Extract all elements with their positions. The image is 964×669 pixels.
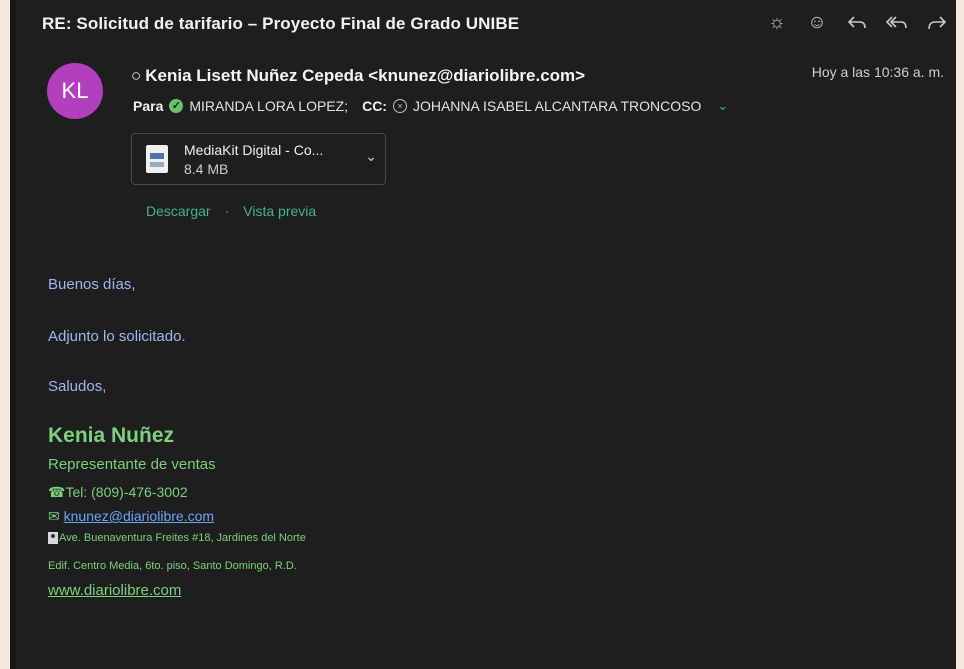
- forward-icon[interactable]: [924, 10, 950, 36]
- message-toolbar: ☼ ☺: [764, 10, 950, 36]
- attachment-size: 8.4 MB: [184, 161, 229, 177]
- document-icon: [146, 145, 168, 173]
- mail-icon: ✉: [48, 508, 60, 524]
- attachment-name: MediaKit Digital - Co...: [184, 142, 324, 158]
- location-pin-icon: [48, 532, 58, 544]
- attachment-actions: Descargar · Vista previa: [146, 203, 316, 219]
- attachment-card[interactable]: MediaKit Digital - Co... 8.4 MB ⌄: [131, 133, 386, 185]
- signature-email: ✉ knunez@diariolibre.com: [48, 508, 214, 525]
- signature-address-1: Ave. Buenaventura Freites #18, Jardines …: [48, 532, 306, 544]
- signature-name: Kenia Nuñez: [48, 424, 175, 447]
- recipients-line: Para ✓ MIRANDA LORA LOPEZ; CC: × JOHANNA…: [133, 98, 728, 114]
- email-link[interactable]: knunez@diariolibre.com: [64, 508, 214, 524]
- greeting-text: Buenos días,: [48, 276, 136, 293]
- email-reading-pane: RE: Solicitud de tarifario – Proyecto Fi…: [10, 0, 956, 669]
- closing-text: Saludos,: [48, 378, 107, 395]
- website-link[interactable]: www.diariolibre.com: [48, 582, 181, 599]
- preview-link[interactable]: Vista previa: [243, 203, 316, 219]
- remove-icon: ×: [392, 99, 407, 113]
- phone-icon: ☎: [48, 484, 66, 500]
- reply-all-icon[interactable]: [884, 10, 910, 36]
- address-line-1: Ave. Buenaventura Freites #18, Jardines …: [59, 532, 306, 544]
- body-line: Adjunto lo solicitado.: [48, 328, 186, 345]
- cc-label: CC:: [362, 98, 387, 114]
- signature-address-2: Edif. Centro Media, 6to. piso, Santo Dom…: [48, 560, 297, 572]
- emoji-icon[interactable]: ☺: [804, 10, 830, 36]
- circle-icon: ○: [131, 66, 142, 85]
- tel-label: Tel:: [65, 484, 92, 500]
- separator: ·: [224, 203, 230, 219]
- chevron-down-icon[interactable]: ⌄: [717, 98, 728, 114]
- check-icon: ✓: [169, 99, 184, 113]
- download-link[interactable]: Descargar: [146, 203, 211, 219]
- sender-line[interactable]: ○ Kenia Lisett Nuñez Cepeda <knunez@diari…: [131, 66, 585, 86]
- signature-role: Representante de ventas: [48, 456, 216, 473]
- signature-phone: ☎Tel: (809)-476-3002: [48, 484, 188, 501]
- sun-icon[interactable]: ☼: [764, 10, 790, 36]
- reply-icon[interactable]: [844, 10, 870, 36]
- tel-number: (809)-476-3002: [91, 484, 188, 500]
- to-recipient[interactable]: MIRANDA LORA LOPEZ;: [189, 98, 348, 114]
- to-label: Para: [133, 98, 164, 114]
- email-subject: RE: Solicitud de tarifario – Proyecto Fi…: [42, 14, 520, 33]
- avatar[interactable]: KL: [47, 63, 103, 119]
- timestamp: Hoy a las 10:36 a. m.: [811, 64, 944, 80]
- sender-name: Kenia Lisett Nuñez Cepeda <knunez@diario…: [145, 66, 586, 85]
- chevron-down-icon[interactable]: ⌄: [365, 148, 377, 165]
- cc-recipient[interactable]: JOHANNA ISABEL ALCANTARA TRONCOSO: [413, 98, 701, 114]
